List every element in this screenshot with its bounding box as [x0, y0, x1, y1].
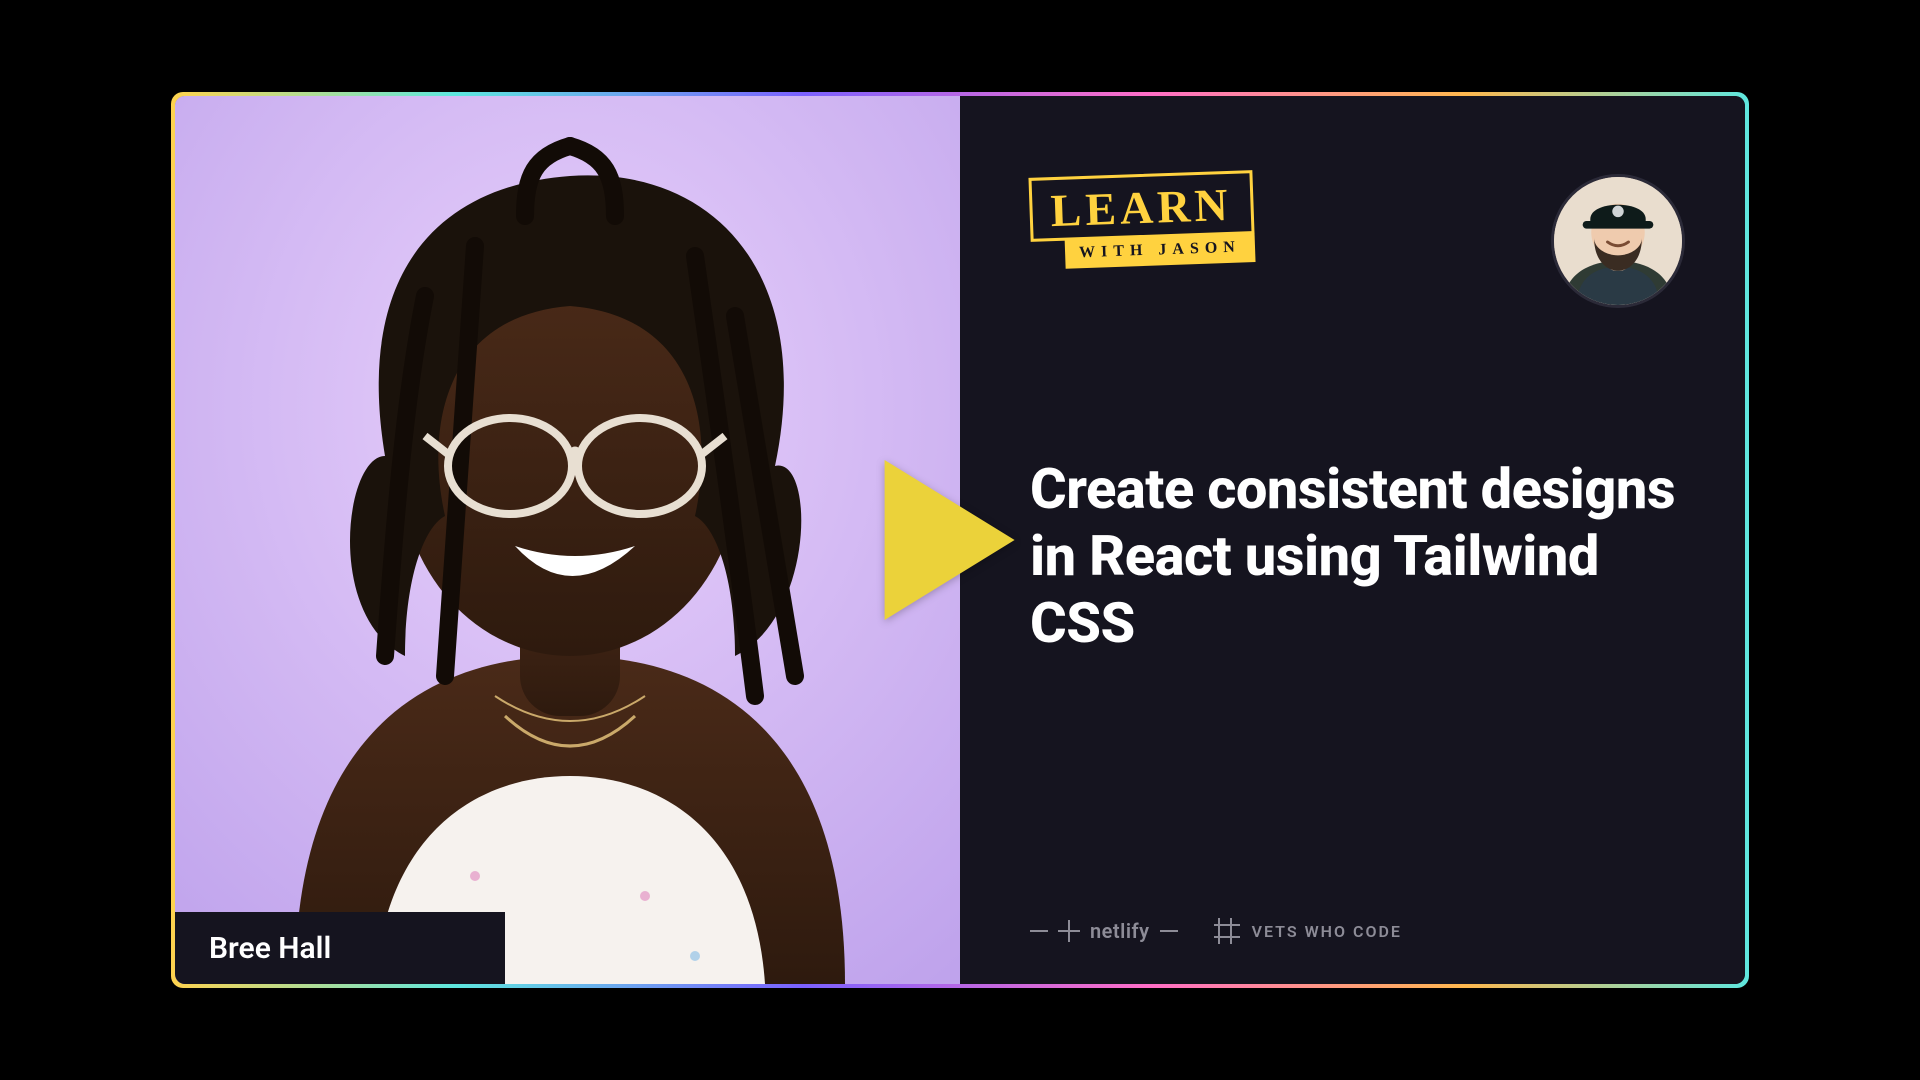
sponsor-netlify-label: netlify [1090, 919, 1150, 943]
spark-icon [1058, 920, 1080, 942]
host-avatar [1551, 174, 1685, 308]
sponsor-netlify: netlify [1030, 919, 1178, 943]
sponsor-vets-label: VETS WHO CODE [1252, 922, 1402, 941]
episode-title-block: Create consistent designs in React using… [1030, 456, 1685, 658]
play-button[interactable] [885, 460, 1015, 620]
thumbnail-card: Bree Hall LEARN WITH JASON [175, 96, 1745, 984]
sponsor-vets-who-code: VETS WHO CODE [1214, 918, 1402, 944]
stage: Bree Hall LEARN WITH JASON [0, 0, 1920, 1080]
sponsor-row: netlify VETS WHO CODE [1030, 918, 1402, 944]
guest-name-bar: Bree Hall [175, 912, 505, 984]
show-logo: LEARN WITH JASON [1028, 170, 1255, 270]
info-panel: LEARN WITH JASON [960, 96, 1745, 984]
dash-icon [1030, 930, 1048, 932]
episode-title: Create consistent designs in React using… [1030, 456, 1685, 658]
gradient-border: Bree Hall LEARN WITH JASON [171, 92, 1749, 988]
show-logo-bottom: WITH JASON [1065, 232, 1256, 269]
hash-icon [1214, 918, 1240, 944]
show-logo-top: LEARN [1028, 170, 1254, 242]
dash-icon [1160, 930, 1178, 932]
host-avatar-illustration [1554, 177, 1682, 305]
guest-photo-panel: Bree Hall [175, 96, 960, 984]
guest-photo-illustration [175, 96, 960, 984]
guest-name: Bree Hall [209, 931, 331, 966]
